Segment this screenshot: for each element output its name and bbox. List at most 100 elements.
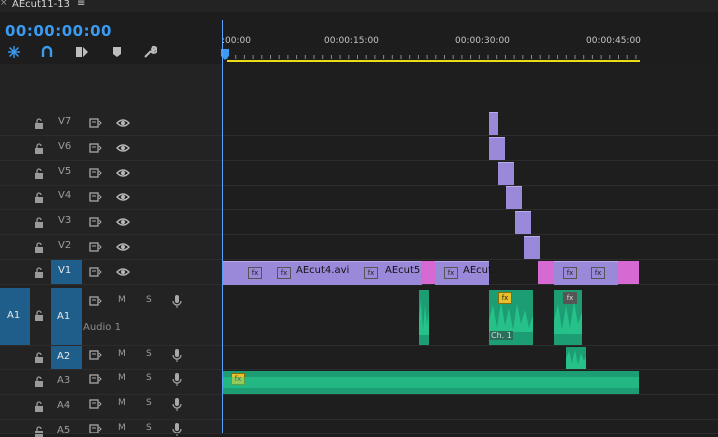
sync-lock-icon[interactable] — [89, 217, 102, 227]
video-clip-transition[interactable] — [421, 261, 435, 284]
eye-icon[interactable] — [116, 168, 130, 178]
sync-lock-icon[interactable] — [89, 374, 102, 384]
track-name: A5 — [57, 425, 71, 436]
video-track-header: V2 — [0, 235, 222, 259]
video-clip[interactable]: fx fx — [554, 261, 618, 285]
sync-lock-icon[interactable] — [89, 168, 102, 178]
solo-button[interactable]: S — [146, 423, 152, 433]
audio-track-header: A2 M S — [0, 346, 222, 369]
eye-icon[interactable] — [116, 217, 130, 227]
timeline-panel: × AEcut11-13 ≡ 00:00:00:00 :00:00 00:00:… — [0, 0, 718, 437]
solo-button[interactable]: S — [146, 295, 152, 305]
video-clip[interactable]: fx AEcut — [435, 261, 492, 285]
clip-label: AEcut4.avi — [296, 265, 350, 276]
track-name: V6 — [58, 141, 72, 152]
mute-button[interactable]: M — [118, 373, 126, 383]
solo-button[interactable]: S — [146, 373, 152, 383]
audio-clip[interactable]: fx — [554, 290, 582, 345]
solo-button[interactable]: S — [146, 349, 152, 359]
track-divider — [0, 433, 718, 434]
audio-clip[interactable]: fx — [222, 371, 639, 394]
sync-lock-icon[interactable] — [89, 399, 102, 409]
lock-icon[interactable] — [34, 401, 44, 412]
video-track-header: V1 — [0, 260, 222, 284]
audio-clip[interactable] — [566, 347, 586, 369]
video-track-header: V7 — [0, 111, 222, 135]
lock-icon[interactable] — [34, 192, 44, 203]
lock-icon[interactable] — [34, 426, 44, 437]
track-name: A4 — [57, 400, 71, 411]
microphone-icon[interactable] — [172, 398, 182, 412]
sync-lock-icon[interactable] — [89, 118, 102, 128]
lock-icon[interactable] — [34, 118, 44, 129]
video-clip[interactable] — [515, 211, 531, 234]
microphone-icon[interactable] — [172, 373, 182, 387]
video-clip[interactable] — [506, 186, 522, 209]
eye-icon[interactable] — [116, 143, 130, 153]
eye-icon[interactable] — [116, 267, 130, 277]
lock-icon[interactable] — [34, 352, 44, 363]
source-patch-label: A1 — [7, 310, 21, 321]
wrench-icon[interactable] — [143, 45, 157, 59]
ruler-label: 00:00:15:00 — [324, 36, 379, 46]
track-name: V4 — [58, 190, 72, 201]
track-name: V1 — [58, 265, 72, 276]
microphone-icon[interactable] — [172, 295, 182, 309]
ruler-label: 00:00:45:00 — [586, 36, 641, 46]
lock-icon[interactable] — [34, 168, 44, 179]
eye-icon[interactable] — [116, 118, 130, 128]
linked-selection-icon[interactable] — [75, 45, 89, 59]
audio-waveform — [566, 350, 586, 369]
microphone-icon[interactable] — [172, 423, 182, 437]
video-clip[interactable] — [524, 236, 540, 259]
lock-icon[interactable] — [34, 267, 44, 278]
lock-icon[interactable] — [34, 217, 44, 228]
video-clip[interactable] — [489, 112, 498, 135]
microphone-icon[interactable] — [172, 349, 182, 363]
fx-badge: fx — [277, 267, 291, 279]
mute-button[interactable]: M — [118, 295, 126, 305]
fx-badge: fx — [248, 267, 262, 279]
track-name: V2 — [58, 240, 72, 251]
sync-lock-icon[interactable] — [89, 350, 102, 360]
video-clip-transition[interactable] — [618, 261, 639, 284]
mute-button[interactable]: M — [118, 349, 126, 359]
audio-waveform — [419, 300, 429, 335]
add-marker-icon[interactable] — [110, 45, 124, 59]
eye-icon[interactable] — [116, 192, 130, 202]
audio-waveform — [222, 377, 639, 388]
playhead-timecode[interactable]: 00:00:00:00 — [5, 22, 112, 40]
mute-button[interactable]: M — [118, 423, 126, 433]
lock-icon[interactable] — [34, 242, 44, 253]
lock-icon[interactable] — [34, 376, 44, 387]
video-clip[interactable] — [498, 162, 514, 185]
magnet-icon[interactable] — [40, 45, 54, 59]
solo-button[interactable]: S — [146, 398, 152, 408]
snap-settings-icon[interactable] — [7, 45, 21, 59]
video-clip-transition[interactable] — [538, 261, 554, 284]
close-icon[interactable]: × — [0, 0, 8, 8]
audio-clip[interactable]: fx Ch. 1 — [489, 290, 533, 345]
panel-menu-icon[interactable]: ≡ — [77, 0, 85, 9]
fx-badge: fx — [444, 267, 458, 279]
audio-clip[interactable] — [419, 290, 429, 345]
video-clip[interactable]: fx fx AEcut4.avi fx AEcut5. — [222, 261, 423, 285]
video-track-header: V4 — [0, 185, 222, 209]
sync-lock-icon[interactable] — [89, 267, 102, 277]
eye-icon[interactable] — [116, 242, 130, 252]
track-name: A2 — [57, 351, 71, 362]
sync-lock-icon[interactable] — [89, 143, 102, 153]
audio-track-label: Audio 1 — [83, 322, 121, 333]
fx-badge: fx — [364, 267, 378, 279]
lock-icon[interactable] — [34, 143, 44, 154]
playhead-line[interactable] — [222, 20, 223, 433]
sequence-tab-title[interactable]: AEcut11-13 — [12, 0, 70, 10]
video-clip[interactable] — [489, 137, 505, 160]
mute-button[interactable]: M — [118, 398, 126, 408]
sync-lock-icon[interactable] — [89, 242, 102, 252]
time-ruler[interactable]: :00:00 00:00:15:00 00:00:30:00 00:00:45:… — [221, 30, 718, 64]
sync-lock-icon[interactable] — [89, 192, 102, 202]
sync-lock-icon[interactable] — [89, 296, 102, 306]
lock-icon[interactable] — [34, 310, 44, 321]
panel-tab-bar: × AEcut11-13 ≡ — [0, 0, 718, 12]
